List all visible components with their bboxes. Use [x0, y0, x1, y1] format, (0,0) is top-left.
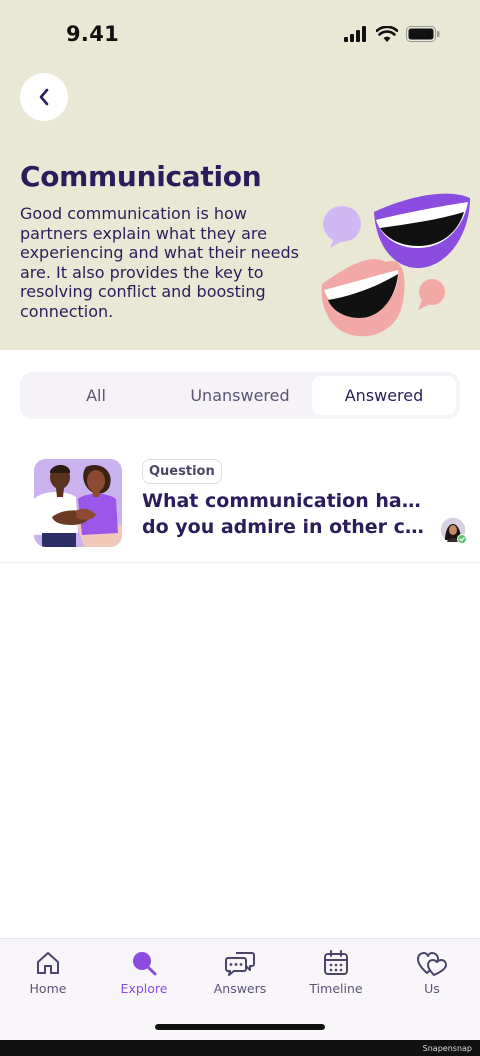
tab-explore[interactable]: Explore	[96, 949, 192, 996]
question-title-line-2: do you admire in other cou...	[142, 516, 424, 538]
tab-timeline-label: Timeline	[309, 981, 363, 996]
tab-home[interactable]: Home	[0, 949, 96, 996]
talking-mouths-illustration	[321, 193, 470, 337]
home-indicator[interactable]	[155, 1024, 325, 1030]
bottom-tab-bar: Home Explore Answers Timeline Us	[0, 938, 480, 1040]
signal-icon	[344, 26, 366, 42]
page-description: Good communication is how partners expla…	[20, 204, 299, 321]
explore-icon	[133, 952, 157, 976]
couple-illustration	[34, 459, 122, 547]
filter-segmented-control: All Unanswered Answered	[20, 372, 460, 419]
back-button[interactable]	[20, 73, 68, 121]
question-title-line-1: What communication habit	[142, 490, 424, 512]
tab-answers-label: Answers	[213, 981, 267, 996]
page-title: Communication	[20, 160, 262, 193]
tab-answers[interactable]: Answers	[192, 949, 288, 996]
tab-timeline[interactable]: Timeline	[288, 949, 384, 996]
home-icon	[37, 952, 59, 974]
status-icons	[344, 26, 440, 42]
watermark: Snapensnap	[422, 1044, 472, 1053]
tab-us-label: Us	[424, 981, 440, 996]
filter-tab-unanswered[interactable]: Unanswered	[168, 376, 312, 415]
battery-icon	[406, 26, 440, 42]
hearts-icon	[417, 952, 447, 976]
question-badge: Question	[142, 459, 222, 484]
filter-tab-answered[interactable]: Answered	[312, 376, 456, 415]
filter-tab-all[interactable]: All	[24, 376, 168, 415]
category-header: 9.41 Communication Good communication is…	[0, 0, 480, 350]
tab-home-label: Home	[29, 981, 67, 996]
tab-us[interactable]: Us	[384, 949, 480, 996]
answers-icon	[225, 952, 255, 976]
calendar-icon	[324, 950, 348, 975]
wifi-icon	[376, 26, 398, 42]
tab-explore-label: Explore	[120, 981, 168, 996]
footer-strip	[0, 1040, 480, 1056]
partner-avatar	[439, 516, 467, 544]
question-card[interactable]: Question What communication habit do you…	[0, 441, 480, 563]
status-bar: 9.41	[0, 0, 480, 70]
question-title: What communication habit do you admire i…	[142, 488, 424, 540]
status-time: 9.41	[66, 22, 120, 46]
chevron-left-icon	[39, 88, 49, 106]
